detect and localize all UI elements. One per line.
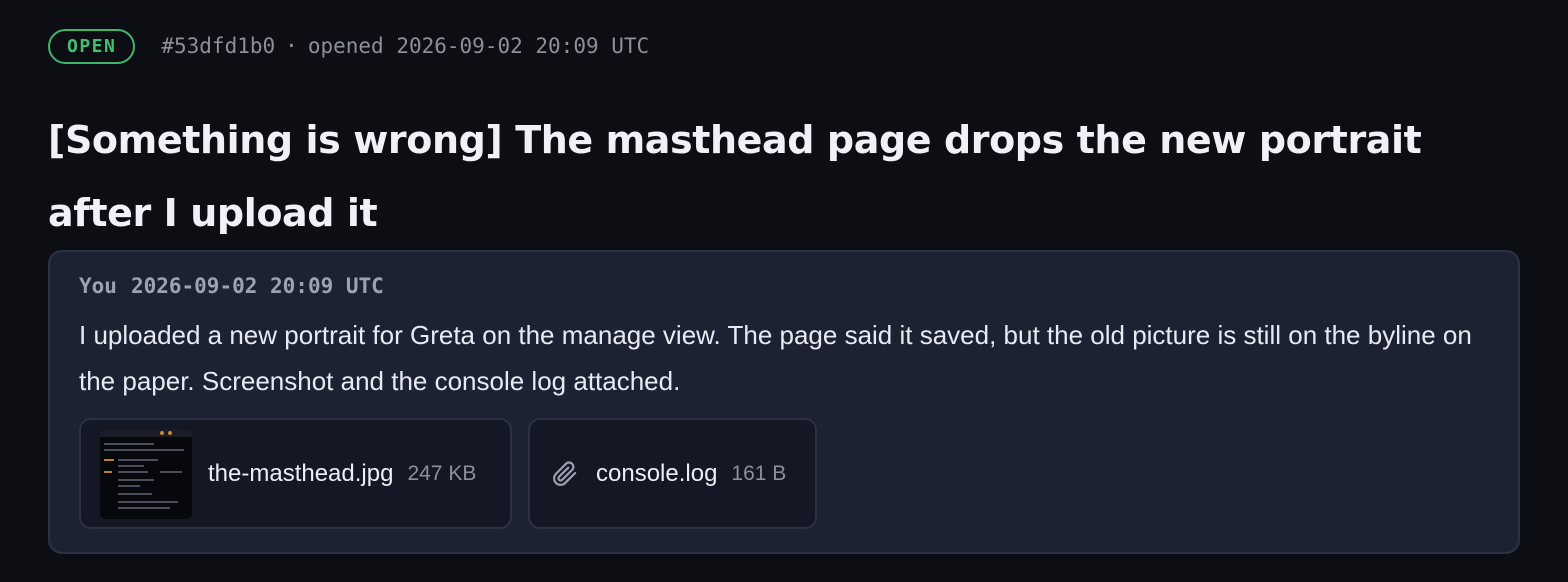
issue-title: [Something is wrong] The masthead page d… <box>48 118 1422 235</box>
issue-opened-label: opened 2026-09-02 20:09 UTC <box>307 34 650 58</box>
comment-header: You 2026-09-02 20:09 UTC <box>79 274 384 298</box>
attachment-size: 161 B <box>731 461 787 485</box>
comment-card: You 2026-09-02 20:09 UTC I uploaded a new… <box>48 250 1520 554</box>
attachment-size: 247 KB <box>407 461 477 485</box>
status-badge: OPEN <box>48 28 136 64</box>
attachment-file[interactable]: console.log 161 B <box>528 418 817 529</box>
comment-body: I uploaded a new portrait for Greta on t… <box>79 320 1472 396</box>
attachment-name: the-masthead.jpg <box>208 459 394 487</box>
attachment-name: console.log <box>596 459 718 487</box>
attachment-list: the-masthead.jpg 247 KB console.log 161 … <box>79 418 817 529</box>
issue-meta-text: #53dfd1b0 · opened 2026-09-02 20:09 UTC <box>161 34 649 58</box>
issue-meta: OPEN #53dfd1b0 · opened 2026-09-02 20:09 U… <box>48 28 649 64</box>
meta-separator: · <box>285 34 298 58</box>
image-thumbnail <box>100 428 192 519</box>
issue-page: OPEN #53dfd1b0 · opened 2026-09-02 20:09 U… <box>0 0 1568 582</box>
comment-author: You <box>79 274 117 298</box>
paperclip-icon <box>550 459 580 489</box>
comment-timestamp: 2026-09-02 20:09 UTC <box>130 274 384 298</box>
issue-id: #53dfd1b0 <box>161 34 276 58</box>
attachment-image[interactable]: the-masthead.jpg 247 KB <box>79 418 512 529</box>
